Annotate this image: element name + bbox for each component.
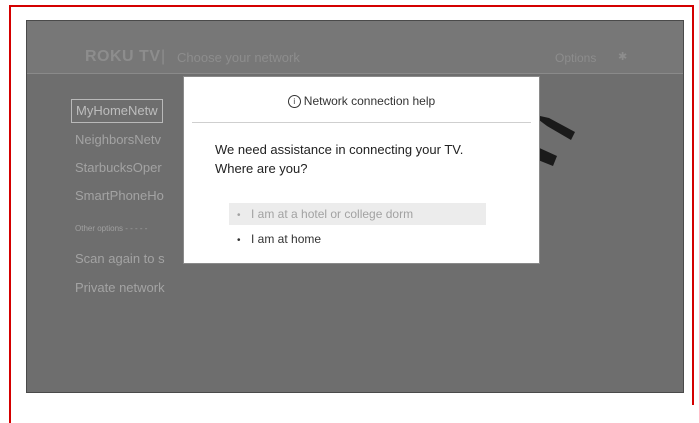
page-title: Choose your network <box>177 50 300 65</box>
tv-header: ROKU TV | Choose your network Options ✱ <box>27 21 683 74</box>
network-item-neighbors[interactable]: NeighborsNetv <box>75 129 161 151</box>
option-home-label: I am at home <box>251 232 322 246</box>
network-item-myhome[interactable]: MyHomeNetw <box>71 99 163 123</box>
network-help-dialog: i Network connection help We need assista… <box>183 76 540 264</box>
network-item-smartphone[interactable]: SmartPhoneHo <box>75 185 164 207</box>
dialog-title-text: Network connection help <box>303 94 436 108</box>
dialog-message-line2: Where are you? <box>215 161 308 176</box>
scan-again-item[interactable]: Scan again to s <box>75 248 165 270</box>
private-network-item[interactable]: Private network <box>75 277 165 299</box>
dialog-message: We need assistance in connecting your TV… <box>215 140 525 178</box>
option-hotel-dorm[interactable]: • I am at a hotel or college dorm <box>229 203 486 225</box>
dialog-title: i Network connection help <box>184 94 539 108</box>
network-item-starbucks[interactable]: StarbucksOper <box>75 157 162 179</box>
header-separator: | <box>161 48 166 65</box>
bullet-icon: • <box>237 210 241 221</box>
info-icon: i <box>287 95 301 108</box>
brand-logo: ROKU TV <box>85 48 161 65</box>
options-label[interactable]: Options <box>555 51 596 65</box>
frame-edge <box>9 5 11 423</box>
option-hotel-dorm-label: I am at a hotel or college dorm <box>251 207 414 221</box>
dialog-message-line1: We need assistance in connecting your TV… <box>215 142 464 157</box>
option-home[interactable]: • I am at home <box>237 228 321 250</box>
bullet-icon: • <box>237 235 241 246</box>
dialog-divider <box>192 122 531 123</box>
other-options-divider: Other options - - - - - <box>75 224 148 233</box>
star-icon[interactable]: ✱ <box>618 50 627 63</box>
